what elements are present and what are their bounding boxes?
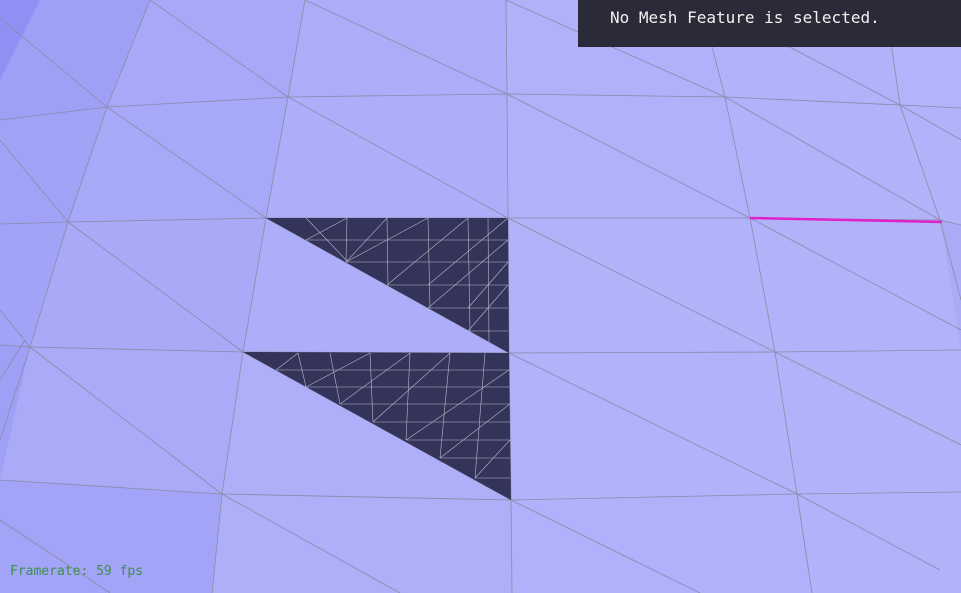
mesh-face xyxy=(30,218,266,352)
mesh-face xyxy=(212,494,512,593)
mesh-face xyxy=(750,218,961,352)
framerate-readout: Framerate: 59 fps xyxy=(10,564,144,579)
mesh-surface[interactable] xyxy=(0,0,961,593)
mesh-face xyxy=(0,347,243,494)
3d-viewport[interactable]: No Mesh Feature is selected. Framerate: … xyxy=(0,0,961,593)
mesh-face xyxy=(266,94,508,218)
mesh-face xyxy=(775,350,961,494)
selection-status-panel: No Mesh Feature is selected. xyxy=(578,0,961,47)
mesh-face xyxy=(288,0,507,97)
selection-status-text: No Mesh Feature is selected. xyxy=(610,8,880,27)
mesh-face xyxy=(511,494,812,593)
